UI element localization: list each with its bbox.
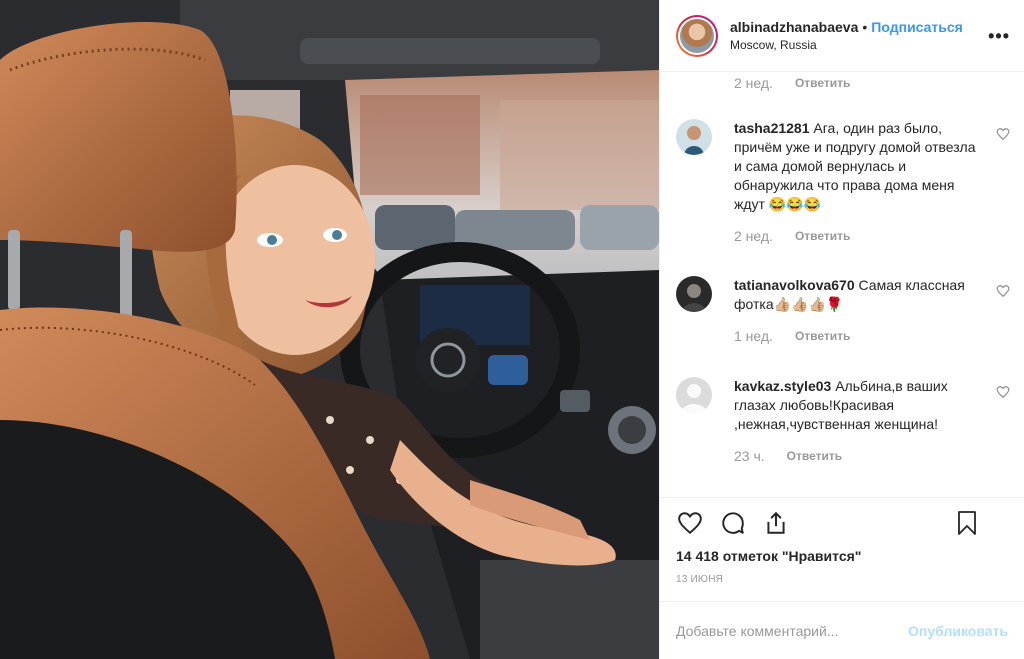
- post-side-panel: albinadzhanabaeva • Подписаться Moscow, …: [659, 0, 1024, 659]
- author-avatar[interactable]: [676, 14, 718, 57]
- comment-input[interactable]: Добавьте комментарий...: [676, 623, 908, 639]
- action-icons: [676, 498, 1008, 548]
- likes-count[interactable]: 14 418 отметок "Нравится": [676, 548, 1008, 564]
- bookmark-icon[interactable]: [953, 509, 981, 537]
- like-comment-heart-icon[interactable]: [996, 127, 1010, 141]
- post-location[interactable]: Moscow, Russia: [730, 38, 963, 52]
- comment-meta: 2 нед. Ответить: [734, 75, 850, 91]
- comment-item: tatianavolkova670 Самая классная фотка👍🏼…: [676, 276, 1016, 344]
- header-row: albinadzhanabaeva • Подписаться: [730, 19, 963, 35]
- comment-body: tasha21281 Ага, один раз было, причём уж…: [734, 119, 984, 214]
- separator-dot: •: [862, 19, 868, 35]
- commenter-avatar[interactable]: [676, 119, 712, 155]
- comment-time: 1 нед.: [734, 328, 773, 344]
- photo-illustration: [0, 0, 659, 659]
- author-username[interactable]: albinadzhanabaeva: [730, 19, 858, 35]
- post-date: 13 июня: [676, 574, 724, 585]
- more-options-icon[interactable]: •••: [988, 26, 1010, 47]
- comment-time: 23 ч.: [734, 448, 765, 464]
- reply-button[interactable]: Ответить: [795, 329, 850, 344]
- reply-button[interactable]: Ответить: [787, 449, 842, 464]
- comment-time: 2 нед.: [734, 75, 773, 91]
- add-comment-bar: Добавьте комментарий... Опубликовать: [660, 601, 1024, 659]
- comment-item: kavkaz.style03 Альбина,в ваших глазах лю…: [676, 377, 1016, 464]
- comment-time: 2 нед.: [734, 228, 773, 244]
- reply-button[interactable]: Ответить: [795, 229, 850, 244]
- avatar-image: [680, 18, 714, 53]
- heart-icon[interactable]: [676, 509, 704, 537]
- commenter-avatar[interactable]: [676, 377, 712, 413]
- commenter-username[interactable]: tasha21281: [734, 120, 810, 136]
- header-meta: albinadzhanabaeva • Подписаться Moscow, …: [730, 19, 963, 52]
- comment-body: kavkaz.style03 Альбина,в ваших глазах лю…: [734, 377, 984, 434]
- bookmark-svg: [958, 511, 976, 535]
- comment-svg: [722, 512, 744, 534]
- avatar-inner: [678, 16, 716, 55]
- publish-button[interactable]: Опубликовать: [908, 623, 1008, 639]
- commenter-username[interactable]: tatianavolkova670: [734, 277, 855, 293]
- comment-meta: 1 нед. Ответить: [734, 328, 1016, 344]
- default-avatar-icon: [676, 377, 712, 413]
- like-comment-heart-icon[interactable]: [996, 385, 1010, 399]
- comment-meta: 23 ч. Ответить: [734, 448, 1016, 464]
- heart-svg: [678, 512, 702, 535]
- like-comment-heart-icon[interactable]: [996, 284, 1010, 298]
- reply-button[interactable]: Ответить: [795, 76, 850, 91]
- comment-icon[interactable]: [719, 509, 747, 537]
- share-icon[interactable]: [762, 509, 790, 537]
- follow-button[interactable]: Подписаться: [871, 19, 963, 35]
- avatar-photo: [676, 119, 712, 155]
- commenter-username[interactable]: kavkaz.style03: [734, 378, 831, 394]
- commenter-avatar[interactable]: [676, 276, 712, 312]
- comment-meta: 2 нед. Ответить: [734, 228, 1016, 244]
- post-header: albinadzhanabaeva • Подписаться Moscow, …: [660, 0, 1024, 72]
- comment-item: tasha21281 Ага, один раз было, причём уж…: [676, 119, 1016, 244]
- comments-list[interactable]: 2 нед. Ответить tasha21281 Ага, один раз…: [660, 73, 1024, 497]
- post-actions: 14 418 отметок "Нравится" 13 июня: [660, 497, 1024, 585]
- comment-body: tatianavolkova670 Самая классная фотка👍🏼…: [734, 276, 984, 314]
- avatar-photo: [676, 276, 712, 312]
- share-svg: [767, 511, 785, 534]
- post-photo[interactable]: [0, 0, 659, 659]
